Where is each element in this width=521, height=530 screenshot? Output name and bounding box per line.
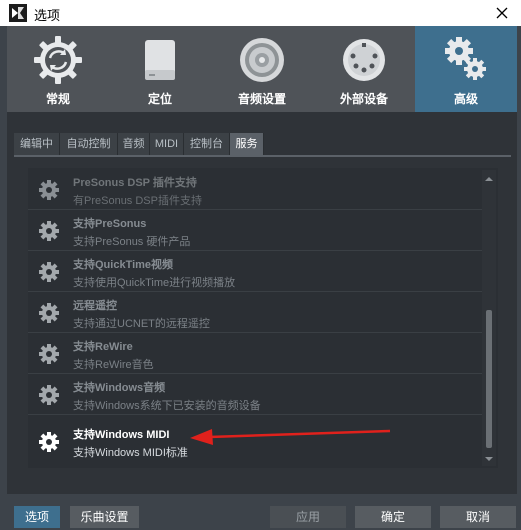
window-title: 选项 <box>34 8 61 23</box>
service-name: PreSonus DSP 插件支持 <box>73 177 197 189</box>
service-description: 支持ReWire音色 <box>73 359 154 371</box>
service-description: 支持通过UCNET的远程遥控 <box>73 318 210 330</box>
list-scrollbar[interactable] <box>482 170 496 466</box>
gear-icon <box>38 431 60 453</box>
list-item[interactable]: PreSonus DSP 插件支持 有PreSonus DSP插件支持 <box>28 170 482 210</box>
list-item[interactable]: 支持ReWire 支持ReWire音色 <box>28 334 482 374</box>
service-description: 支持Windows系统下已安装的音频设备 <box>73 400 261 412</box>
service-name: 支持ReWire <box>73 341 133 353</box>
title-bar: 选项 <box>0 0 521 26</box>
gear-icon <box>38 384 60 406</box>
category-location[interactable]: 定位 <box>109 26 211 112</box>
tab-automation[interactable]: 自动控制 <box>60 133 118 155</box>
midi-port-icon <box>338 34 390 86</box>
category-audio-settings[interactable]: 音频设置 <box>211 26 313 112</box>
cancel-button[interactable]: 取消 <box>440 506 516 528</box>
scroll-up-icon[interactable] <box>482 172 496 184</box>
app-icon <box>9 4 27 22</box>
scroll-thumb[interactable] <box>486 310 492 448</box>
service-name: 远程遥控 <box>73 300 117 312</box>
service-name: 支持PreSonus <box>73 218 147 230</box>
service-description: 支持Windows MIDI标准 <box>73 447 188 459</box>
drive-icon <box>134 34 186 86</box>
tab-editing[interactable]: 编辑中 <box>14 133 60 155</box>
list-item[interactable]: 支持Windows MIDI 支持Windows MIDI标准 <box>28 422 482 462</box>
song-settings-button[interactable]: 乐曲设置 <box>70 506 139 528</box>
scroll-down-icon[interactable] <box>482 452 496 464</box>
tab-underline <box>14 155 511 157</box>
speaker-icon <box>236 34 288 86</box>
tab-console[interactable]: 控制台 <box>184 133 230 155</box>
tab-services[interactable]: 服务 <box>230 133 264 155</box>
tab-midi[interactable]: MIDI <box>150 133 184 155</box>
service-description: 支持使用QuickTime进行视频播放 <box>73 277 236 289</box>
list-item[interactable]: 支持QuickTime视频 支持使用QuickTime进行视频播放 <box>28 252 482 292</box>
category-advanced[interactable]: 高级 <box>415 26 517 112</box>
gear-icon <box>38 179 60 201</box>
service-name: 支持Windows音频 <box>73 382 166 394</box>
gear-icon <box>38 302 60 324</box>
gear-icon <box>38 343 60 365</box>
service-name: 支持QuickTime视频 <box>73 259 174 271</box>
gears-icon <box>440 34 492 86</box>
service-description: 有PreSonus DSP插件支持 <box>73 195 202 207</box>
services-list: PreSonus DSP 插件支持 有PreSonus DSP插件支持 支持Pr… <box>28 168 498 468</box>
service-name: 支持Windows MIDI <box>73 429 170 441</box>
category-toolbar: 常规 定位 音频设置 外部设备 高级 <box>7 26 517 112</box>
list-item[interactable]: 支持PreSonus 支持PreSonus 硬件产品 <box>28 211 482 251</box>
list-item[interactable]: 远程遥控 支持通过UCNET的远程遥控 <box>28 293 482 333</box>
sync-icon <box>32 34 84 86</box>
category-general[interactable]: 常规 <box>7 26 109 112</box>
list-item[interactable]: 支持Windows音频 支持Windows系统下已安装的音频设备 <box>28 375 482 415</box>
gear-icon <box>38 220 60 242</box>
category-external-devices[interactable]: 外部设备 <box>313 26 415 112</box>
gear-icon <box>38 261 60 283</box>
options-button[interactable]: 选项 <box>14 506 60 528</box>
apply-button[interactable]: 应用 <box>270 506 346 528</box>
ok-button[interactable]: 确定 <box>355 506 431 528</box>
tab-audio[interactable]: 音频 <box>118 133 150 155</box>
service-description: 支持PreSonus 硬件产品 <box>73 236 191 248</box>
close-icon[interactable] <box>491 2 513 24</box>
